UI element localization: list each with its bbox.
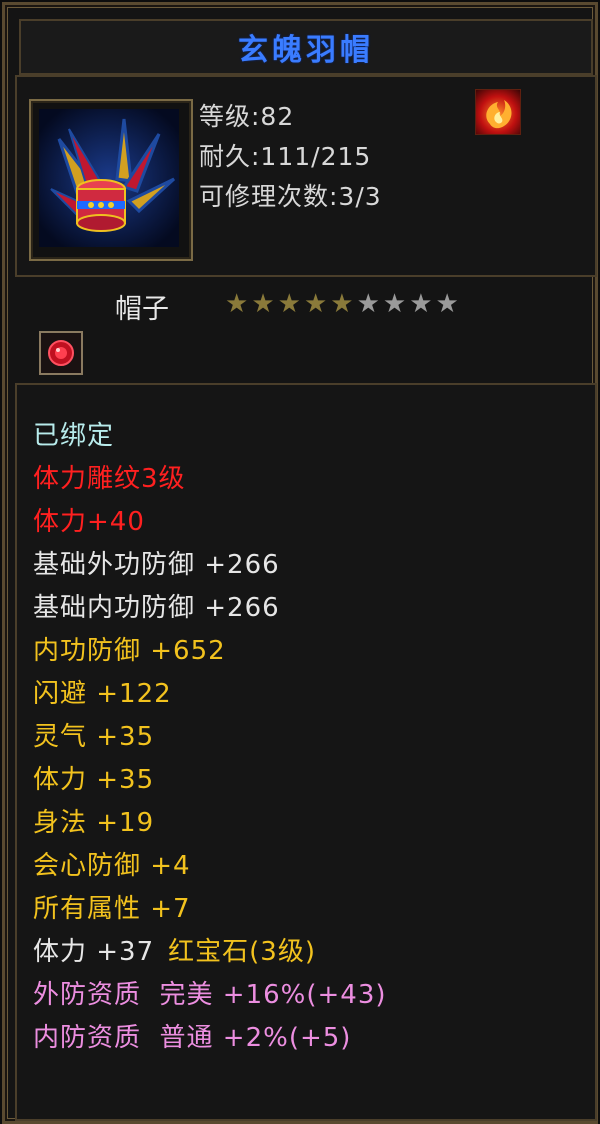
star-rating: ★ ★ ★ ★ ★ ★ ★ ★ ★ xyxy=(225,291,459,317)
attribute-line: 体力 +35 xyxy=(33,765,155,795)
star-empty-icon: ★ xyxy=(382,289,407,319)
star-filled-icon: ★ xyxy=(225,289,249,319)
item-header: 等级:82 耐久:111/215 可修理次数:3/3 xyxy=(15,75,597,277)
quality-line: 内防资质 普通 +2%(+5) xyxy=(33,1023,352,1053)
level-text: 等级:82 xyxy=(199,102,295,131)
attribute-line: 体力雕纹3级 xyxy=(33,464,186,494)
item-type-label: 帽子 xyxy=(115,294,169,325)
gem-stat-text: 体力 +37 xyxy=(33,937,155,967)
attribute-line: 闪避 +122 xyxy=(33,679,172,709)
feather-hat-icon xyxy=(39,109,179,247)
item-icon-frame xyxy=(29,99,193,261)
attribute-line: 所有属性 +7 xyxy=(33,894,191,924)
attribute-line: 体力+40 xyxy=(33,507,145,537)
attribute-line: 已绑定 xyxy=(33,421,115,451)
attribute-line: 内功防御 +652 xyxy=(33,636,226,666)
gem-attribute-line: 体力 +37 红宝石(3级) xyxy=(33,931,316,968)
star-empty-icon: ★ xyxy=(356,289,380,319)
attribute-list: 已绑定体力雕纹3级 体力+40 基础外功防御 +266 基础内功防御 +266 内功防御… xyxy=(15,383,597,1121)
star-filled-icon: ★ xyxy=(303,289,328,319)
item-title: 玄魄羽帽 xyxy=(238,33,374,68)
attribute-line: 基础外功防御 +266 xyxy=(33,550,280,580)
red-gem-socket-icon xyxy=(39,331,83,375)
title-bar: 玄魄羽帽 xyxy=(19,19,593,75)
fire-emblem-icon xyxy=(475,89,521,135)
gem-name-text: 红宝石(3级) xyxy=(168,937,316,967)
star-empty-icon: ★ xyxy=(435,289,459,319)
attribute-line: 基础内功防御 +266 xyxy=(33,593,280,623)
attribute-line: 会心防御 +4 xyxy=(33,851,191,881)
durability-text: 耐久:111/215 xyxy=(199,142,372,171)
star-filled-icon: ★ xyxy=(330,289,354,319)
star-filled-icon: ★ xyxy=(277,289,301,319)
star-filled-icon: ★ xyxy=(251,289,275,319)
quality-line: 外防资质 完美 +16%(+43) xyxy=(33,980,387,1010)
attribute-line: 身法 +19 xyxy=(33,808,155,838)
item-tooltip: 玄魄羽帽 等级:82 耐久:111/215 可修理次数:3/3 帽子 ★ ★ ★… xyxy=(2,2,598,1124)
item-type-row: 帽子 ★ ★ ★ ★ ★ ★ ★ ★ ★ xyxy=(15,281,593,377)
repair-count-text: 可修理次数:3/3 xyxy=(199,182,382,211)
star-empty-icon: ★ xyxy=(409,289,433,319)
attribute-line: 灵气 +35 xyxy=(33,722,155,752)
